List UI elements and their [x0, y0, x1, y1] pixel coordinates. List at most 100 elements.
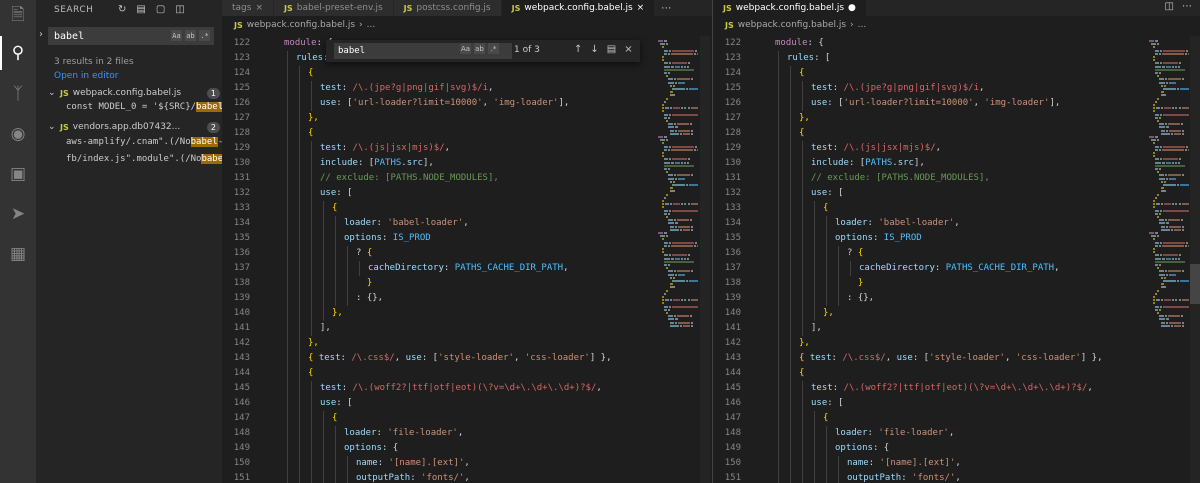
search-input[interactable]: babel Aa ab .*: [48, 27, 214, 45]
whole-word-icon[interactable]: ab: [185, 30, 196, 41]
previous-match-icon[interactable]: ↑: [574, 44, 582, 55]
breadcrumb-file[interactable]: webpack.config.babel.js: [738, 20, 846, 30]
code-token: {: [308, 353, 319, 363]
code-token: {: [332, 413, 338, 423]
minimap-line: [670, 286, 675, 289]
refresh-icon[interactable]: ↻: [118, 4, 126, 15]
minimap-line: [677, 129, 691, 132]
tab-webpack-config[interactable]: JS webpack.config.babel.js ×: [501, 0, 656, 16]
minimap-line: [683, 107, 687, 110]
indent-guide: [778, 306, 779, 321]
code-text: test: /\.(js|jsx|mjs)$/,: [320, 141, 450, 156]
more-actions-icon[interactable]: ⋯: [1182, 1, 1192, 12]
minimap-line: [1159, 270, 1165, 273]
code-token: ] },: [589, 353, 612, 363]
minimap-line: [1153, 251, 1155, 254]
more-actions-icon[interactable]: ⋯: [661, 0, 671, 16]
live-share-icon[interactable]: ➤: [6, 202, 30, 226]
vertical-scrollbar[interactable]: [1190, 36, 1200, 483]
minimap-line: [1161, 283, 1164, 286]
source-control-icon[interactable]: ᛉ: [6, 82, 30, 106]
minimap-line: [1155, 72, 1158, 74]
remote-explorer-icon[interactable]: ▣: [6, 162, 30, 186]
minimap-line: [1165, 321, 1168, 324]
next-match-icon[interactable]: ↓: [590, 44, 598, 55]
search-icon[interactable]: ⚲: [6, 41, 30, 65]
breadcrumb-symbol[interactable]: ...: [858, 20, 867, 30]
result-file-row[interactable]: ⌄ JS vendors.app.db07432... 2: [48, 120, 220, 134]
whole-word-icon[interactable]: ab: [474, 43, 485, 54]
indent-guide: [299, 216, 300, 231]
minimap-line: [674, 270, 677, 273]
minimap-line: [670, 225, 674, 228]
minimap-line: [1151, 235, 1156, 238]
indent-guide: [287, 156, 288, 171]
code-token: /\.(woff2?|ttf|otf|eot)(\?v=\d+\.\d+\.\d…: [352, 383, 597, 393]
debug-icon[interactable]: ◉: [6, 122, 30, 146]
indent-guide: [778, 396, 779, 411]
code-token: {: [799, 128, 805, 138]
modified-dot-icon[interactable]: ●: [848, 3, 856, 13]
breadcrumb: JS webpack.config.babel.js › ...: [234, 20, 375, 30]
close-icon[interactable]: ×: [255, 3, 263, 13]
clear-results-icon[interactable]: ▤: [136, 4, 145, 15]
breadcrumb-file[interactable]: webpack.config.babel.js: [247, 20, 355, 30]
minimap-line: [666, 97, 668, 100]
match-case-icon[interactable]: Aa: [171, 30, 182, 41]
code-token: PATHS_CACHE_DIR_PATH: [454, 263, 564, 273]
line-number: 144: [724, 368, 741, 378]
code-text: ],: [320, 321, 331, 336]
code-text: use: ['url-loader?limit=10000', 'img-loa…: [320, 96, 569, 111]
vertical-scrollbar[interactable]: [700, 36, 710, 483]
files-icon[interactable]: 🗎: [6, 4, 30, 28]
code-line[interactable]: 122 module: {: [713, 36, 1143, 51]
code-token: ,: [482, 98, 494, 108]
collapse-all-icon[interactable]: ◫: [175, 4, 184, 15]
js-file-icon: JS: [284, 3, 293, 13]
indent-guide: [287, 276, 288, 291]
minimap-line: [1165, 78, 1168, 81]
open-in-editor-link[interactable]: Open in editor: [54, 71, 118, 81]
indent-guide: [826, 231, 827, 246]
regex-icon[interactable]: .*: [199, 30, 210, 41]
indent-guide: [802, 141, 803, 156]
tab-postcss-config[interactable]: JS postcss.config.js: [393, 0, 502, 16]
minimap-line: [664, 62, 668, 65]
indent-guide: [838, 291, 839, 306]
minimap-line: [671, 257, 674, 260]
match-case-icon[interactable]: Aa: [460, 43, 471, 54]
indent-guide: [287, 66, 288, 81]
indent-guide: [778, 246, 779, 261]
tab-webpack-config[interactable]: JS webpack.config.babel.js ●: [713, 0, 867, 16]
find-in-selection-icon[interactable]: ▤: [607, 44, 616, 55]
code-token: 'babel-loader': [878, 218, 955, 228]
indent-guide: [802, 411, 803, 426]
scroll-thumb[interactable]: [1190, 264, 1200, 304]
close-icon[interactable]: ×: [637, 3, 645, 13]
minimap-line: [690, 315, 693, 318]
minimap-line: [1182, 132, 1185, 135]
minimap-line: [694, 148, 696, 151]
tab-babel-preset-env[interactable]: JS babel-preset-env.js: [274, 0, 394, 16]
result-file-row[interactable]: ⌄ JS webpack.config.babel.js 1: [48, 86, 220, 100]
breadcrumb-symbol[interactable]: ...: [367, 20, 376, 30]
line-number: 132: [724, 188, 741, 198]
code-token: :: [832, 383, 844, 393]
minimap-line: [1168, 219, 1181, 222]
code-token: loader: [344, 428, 377, 438]
close-icon[interactable]: ×: [624, 44, 632, 55]
code-token: :: [831, 353, 843, 363]
indent-guide: [311, 186, 312, 201]
new-search-editor-icon[interactable]: ▢: [156, 4, 165, 15]
regex-icon[interactable]: .*: [488, 43, 499, 54]
toggle-replace-chevron-icon[interactable]: ›: [39, 29, 43, 40]
extensions-icon[interactable]: ▦: [6, 242, 30, 266]
minimap-line: [1153, 248, 1155, 250]
line-number: 147: [724, 413, 741, 423]
code-token: test: [320, 383, 342, 393]
split-editor-icon[interactable]: ◫: [1165, 1, 1174, 12]
minimap-line: [680, 324, 682, 327]
minimap-line: [672, 280, 685, 282]
minimap-line: [1182, 107, 1189, 110]
tab-tags[interactable]: tags ×: [222, 0, 274, 16]
